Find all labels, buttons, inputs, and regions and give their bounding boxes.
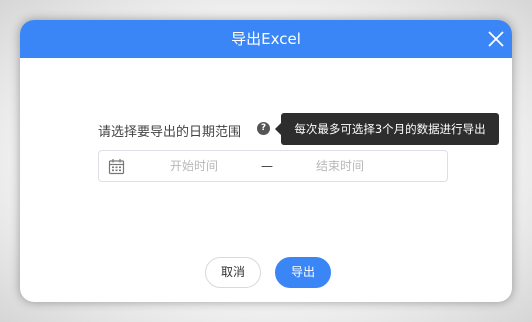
question-circle-icon[interactable]: ? [257,122,270,135]
calendar-icon [108,159,125,175]
dialog-title: 导出Excel [231,30,301,48]
date-range-picker[interactable]: 开始时间 — 结束时间 [98,150,448,182]
cancel-button[interactable]: 取消 [205,257,261,288]
export-button[interactable]: 导出 [275,257,331,288]
dialog-header: 导出Excel [20,20,512,58]
end-date-input[interactable]: 结束时间 [285,151,395,181]
export-excel-dialog: 导出Excel 请选择要导出的日期范围 ? 每次最多可选择3个月的数据进行导出 … [20,20,512,302]
help-tooltip: 每次最多可选择3个月的数据进行导出 [281,113,499,145]
date-range-label: 请选择要导出的日期范围 [98,125,242,140]
range-separator: — [261,159,273,173]
close-icon[interactable] [487,30,505,48]
start-date-input[interactable]: 开始时间 [139,151,249,181]
